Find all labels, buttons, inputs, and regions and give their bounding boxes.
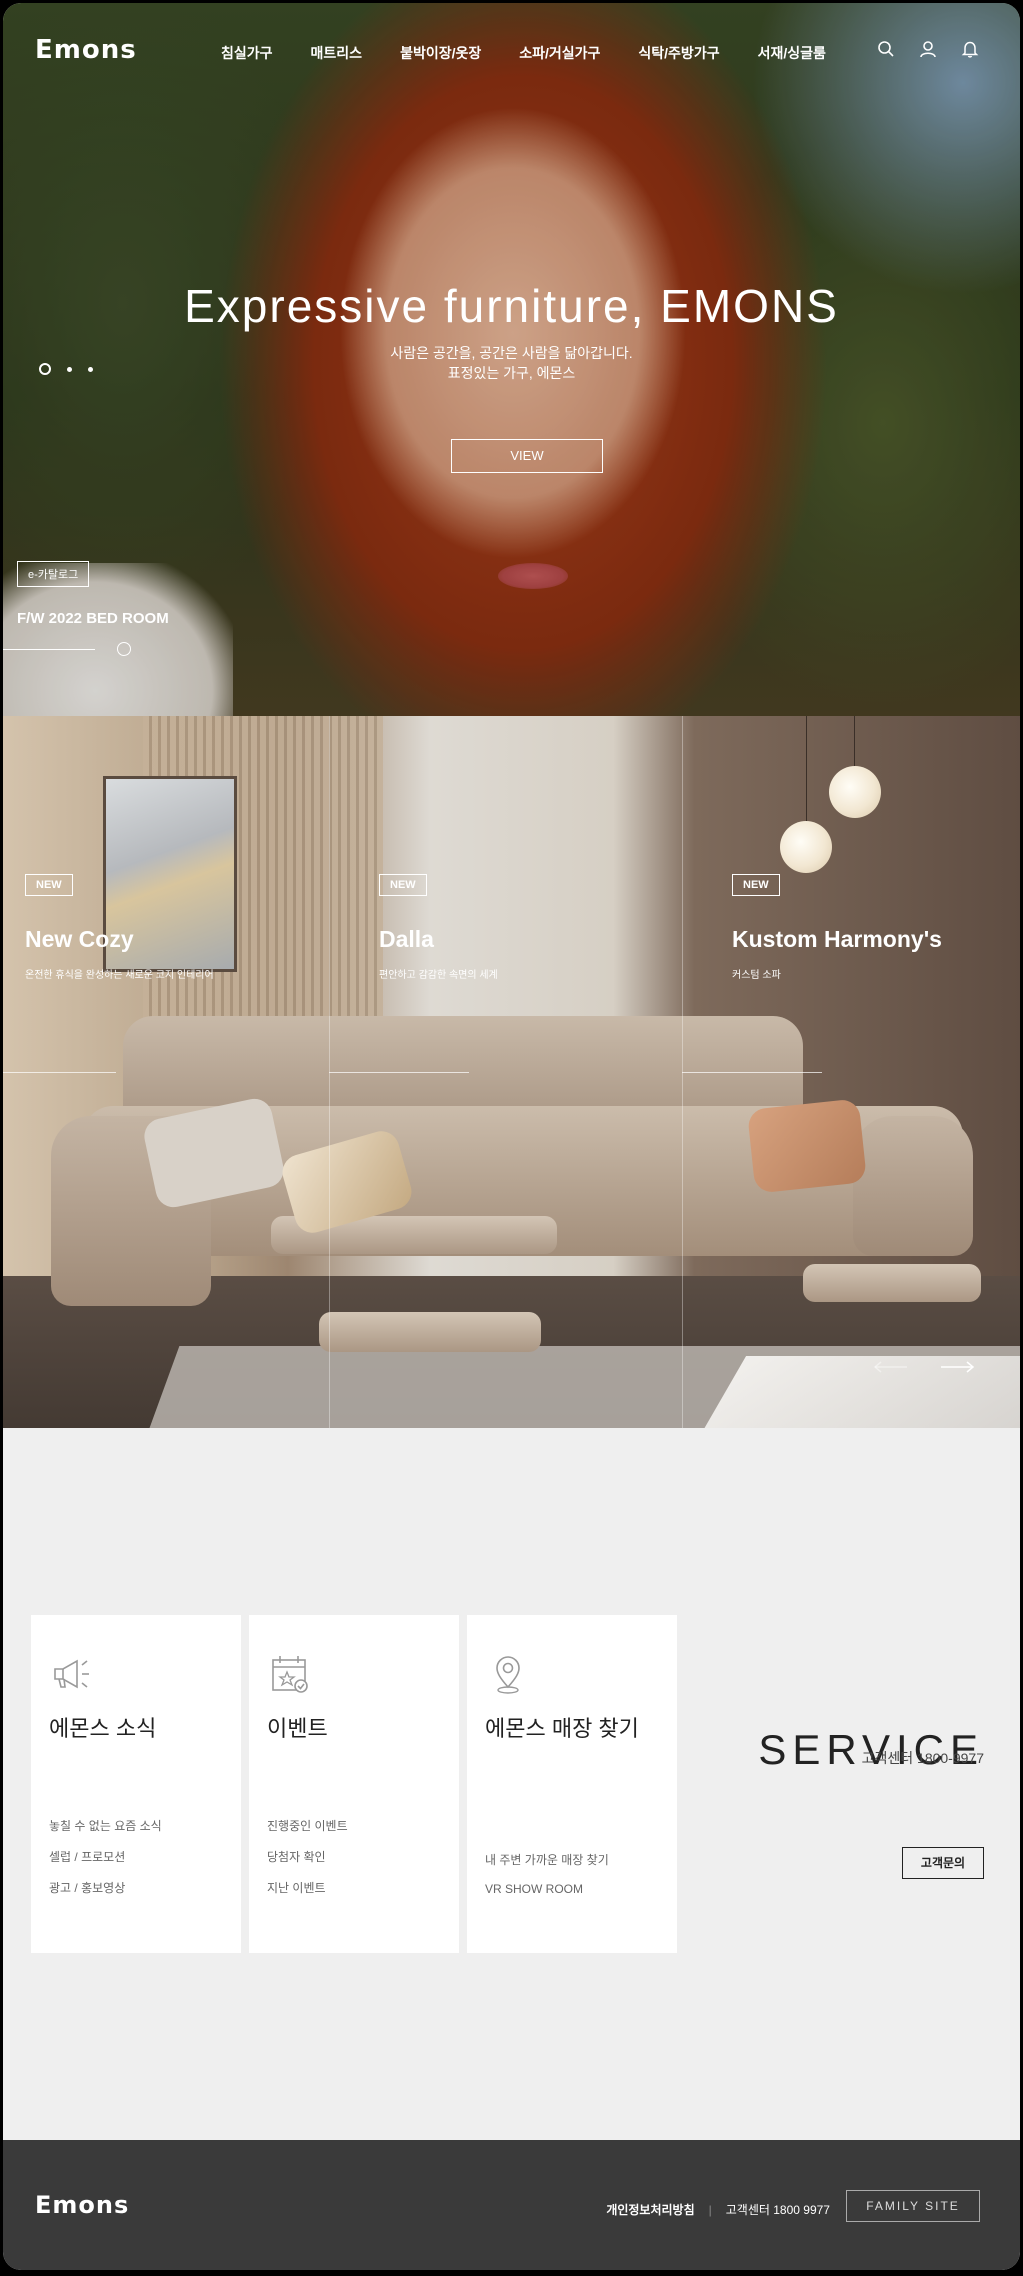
product-line — [329, 1072, 469, 1073]
card-links: 내 주변 가까운 매장 찾기 VR SHOW ROOM — [485, 1851, 609, 1910]
card-link[interactable]: 광고 / 홍보영상 — [49, 1879, 162, 1896]
card-links: 진행중인 이벤트 당첨자 확인 지난 이벤트 — [267, 1817, 348, 1910]
hero-subtitle-line: 표정있는 가구, 에몬스 — [447, 365, 576, 381]
menu-item-sofa[interactable]: 소파/거실가구 — [519, 43, 600, 63]
card-link[interactable]: VR SHOW ROOM — [485, 1882, 609, 1896]
footer-separator: | — [708, 2202, 712, 2217]
card-link[interactable]: 놓칠 수 없는 요즘 소식 — [49, 1817, 162, 1834]
bell-icon[interactable] — [960, 39, 980, 64]
footer-logo[interactable]: Emons — [35, 2191, 129, 2219]
family-site-button[interactable]: FAMILY SITE — [846, 2190, 980, 2222]
menu-item-wardrobe[interactable]: 붙박이장/옷장 — [400, 43, 481, 63]
card-title: 이벤트 — [267, 1716, 328, 1741]
header-icons — [876, 39, 980, 64]
prev-arrow-icon[interactable] — [873, 1360, 909, 1379]
footer-phone: 고객센터 1800 9977 — [725, 2203, 830, 2217]
calendar-icon — [267, 1651, 313, 1697]
megaphone-icon — [49, 1651, 95, 1697]
hero-subtitle: 사람은 공간을, 공간은 사람을 닮아갑니다. 표정있는 가구, 에몬스 — [3, 343, 1020, 383]
collection-title: F/W 2022 BED ROOM — [17, 610, 169, 627]
news-card[interactable]: 에몬스 소식 놓칠 수 없는 요즘 소식 셀럽 / 프로모션 광고 / 홍보영상 — [31, 1615, 241, 1953]
footer-links: 개인정보처리방침 | 고객센터 1800 9977 — [606, 2201, 830, 2218]
product-name[interactable]: New Cozy — [25, 926, 134, 953]
view-button[interactable]: VIEW — [451, 439, 603, 473]
brand-logo[interactable]: Emons — [35, 35, 137, 65]
play-pause-icon[interactable] — [117, 642, 131, 656]
menu-item-study[interactable]: 서재/싱글룸 — [758, 43, 826, 63]
card-link[interactable]: 지난 이벤트 — [267, 1879, 348, 1896]
product-card[interactable]: NEW New Cozy 온전한 휴식을 완성하는 새로운 코지 인테리어 — [3, 716, 329, 1428]
product-showcase: NEW New Cozy 온전한 휴식을 완성하는 새로운 코지 인테리어 NE… — [3, 716, 1020, 1428]
product-card[interactable]: NEW Dalla 편안하고 감감한 속면의 세계 — [329, 716, 682, 1428]
card-link[interactable]: 내 주변 가까운 매장 찾기 — [485, 1851, 609, 1868]
hero-title: Expressive furniture, EMONS — [184, 279, 839, 332]
store-finder-card[interactable]: 에몬스 매장 찾기 내 주변 가까운 매장 찾기 VR SHOW ROOM — [467, 1615, 677, 1953]
event-card[interactable]: 이벤트 진행중인 이벤트 당첨자 확인 지난 이벤트 — [249, 1615, 459, 1953]
user-icon[interactable] — [918, 39, 938, 64]
product-name[interactable]: Dalla — [379, 926, 434, 953]
menu-item-dining[interactable]: 식탁/주방가구 — [638, 43, 719, 63]
card-title: 에몬스 매장 찾기 — [485, 1716, 639, 1741]
hero-section: Emons 침실가구 매트리스 붙박이장/옷장 소파/거실가구 식탁/주방가구 … — [3, 3, 1020, 716]
ecatalog-button[interactable]: e-카탈로그 — [17, 561, 90, 587]
new-badge: NEW — [25, 874, 73, 896]
product-description: 커스텀 소파 — [732, 970, 781, 981]
product-description: 온전한 휴식을 완성하는 새로운 코지 인테리어 — [25, 970, 214, 981]
main-menu: 침실가구 매트리스 붙박이장/옷장 소파/거실가구 식탁/주방가구 서재/싱글룸 — [221, 43, 864, 63]
new-badge: NEW — [732, 874, 780, 896]
hero-subtitle-line: 사람은 공간을, 공간은 사람을 닮아갑니다. — [390, 345, 633, 361]
location-pin-icon — [485, 1651, 531, 1697]
product-name[interactable]: Kustom Harmony's — [732, 926, 942, 953]
slide-dot[interactable] — [67, 366, 72, 372]
hero-slide-indicator — [39, 363, 93, 375]
card-links: 놓칠 수 없는 요즘 소식 셀럽 / 프로모션 광고 / 홍보영상 — [49, 1817, 162, 1910]
slide-dot[interactable] — [88, 366, 93, 372]
next-arrow-icon[interactable] — [939, 1360, 975, 1379]
product-description: 편안하고 감감한 속면의 세계 — [379, 970, 498, 981]
menu-item-mattress[interactable]: 매트리스 — [311, 43, 363, 63]
search-icon[interactable] — [876, 39, 896, 64]
menu-item-bedroom[interactable]: 침실가구 — [221, 43, 273, 63]
footer: Emons 개인정보처리방침 | 고객센터 1800 9977 FAMILY S… — [3, 2140, 1020, 2270]
product-line — [3, 1072, 116, 1073]
slide-progress-bar — [3, 649, 95, 650]
card-link[interactable]: 셀럽 / 프로모션 — [49, 1848, 162, 1865]
card-link[interactable]: 당첨자 확인 — [267, 1848, 348, 1865]
new-badge: NEW — [379, 874, 427, 896]
card-title: 에몬스 소식 — [49, 1716, 157, 1741]
top-navigation: Emons 침실가구 매트리스 붙박이장/옷장 소파/거실가구 식탁/주방가구 … — [3, 3, 1020, 99]
product-line — [682, 1072, 822, 1073]
card-link[interactable]: 진행중인 이벤트 — [267, 1817, 348, 1834]
product-card[interactable]: NEW Kustom Harmony's 커스텀 소파 — [682, 716, 1020, 1428]
slide-dot-active[interactable] — [39, 363, 51, 375]
inquiry-button[interactable]: 고객문의 — [902, 1847, 984, 1879]
service-section: 에몬스 소식 놓칠 수 없는 요즘 소식 셀럽 / 프로모션 광고 / 홍보영상… — [3, 1428, 1020, 2140]
service-phone: 고객센터 1800-9977 — [861, 1750, 984, 1766]
page-frame: Emons 침실가구 매트리스 붙박이장/옷장 소파/거실가구 식탁/주방가구 … — [3, 3, 1020, 2270]
privacy-policy-link[interactable]: 개인정보처리방침 — [606, 2201, 694, 2218]
